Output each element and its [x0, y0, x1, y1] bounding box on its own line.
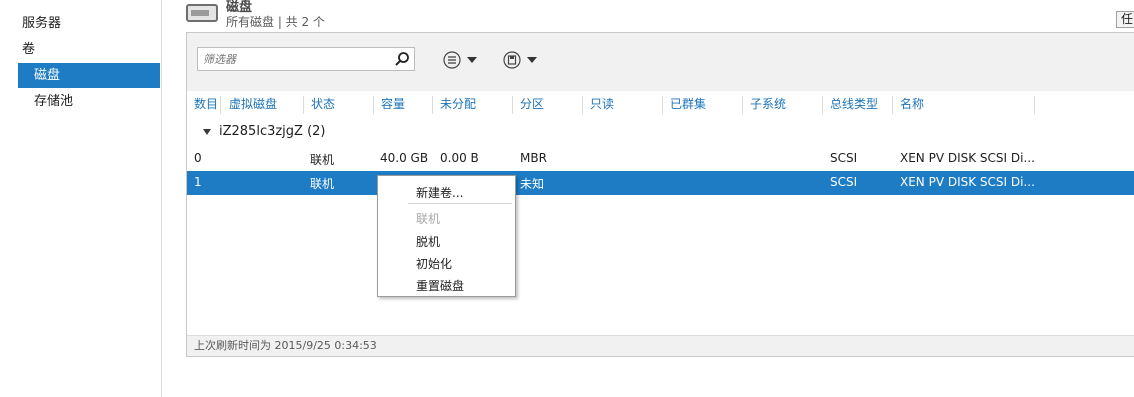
- save-query-button[interactable]: [503, 50, 537, 70]
- table-row[interactable]: 1 联机 未知 SCSI XEN PV DISK SCSI Di...: [187, 171, 1134, 195]
- collapse-icon[interactable]: [203, 128, 211, 135]
- group-header[interactable]: iZ285lc3zjgZ (2): [203, 124, 326, 139]
- page-subtitle: 所有磁盘 | 共 2 个: [226, 15, 325, 29]
- cell-unallocated: 0.00 B: [440, 151, 479, 165]
- column-header-number[interactable]: 数目: [187, 96, 221, 114]
- cell-status: 联机: [310, 153, 335, 167]
- column-header-read-only[interactable]: 只读: [583, 96, 663, 114]
- cell-bus-type: SCSI: [830, 151, 858, 165]
- tasks-button[interactable]: 任: [1116, 11, 1134, 28]
- column-header-unallocated[interactable]: 未分配: [433, 96, 513, 114]
- cell-number: 1: [194, 175, 202, 189]
- column-header-name[interactable]: 名称: [893, 96, 1035, 114]
- nav-item-disks[interactable]: 磁盘: [18, 63, 160, 88]
- left-navigation: 服务器 卷 磁盘 存储池: [0, 0, 162, 397]
- cell-number: 0: [194, 151, 202, 165]
- context-menu: 新建卷... 联机 脱机 初始化 重置磁盘: [377, 175, 516, 297]
- filter-input[interactable]: [198, 48, 388, 70]
- menu-item-online: 联机: [416, 212, 441, 226]
- disks-panel: 数目 虚拟磁盘 状态 容量 未分配 分区 只读 已群集 子系统 总线类型 名称 …: [186, 32, 1134, 357]
- column-header-clustered[interactable]: 已群集: [663, 96, 743, 114]
- status-bar: 上次刷新时间为 2015/9/25 0:34:53: [187, 335, 1134, 356]
- cell-capacity: 40.0 GB: [380, 151, 429, 165]
- cell-bus-type: SCSI: [830, 175, 858, 189]
- column-header-bus-type[interactable]: 总线类型: [823, 96, 893, 114]
- filter-box[interactable]: [197, 47, 415, 71]
- toolbar: [187, 33, 1134, 91]
- column-header-capacity[interactable]: 容量: [374, 96, 433, 114]
- cell-name: XEN PV DISK SCSI Di...: [900, 151, 1035, 165]
- nav-item-servers[interactable]: 服务器: [18, 11, 160, 36]
- menu-item-initialize[interactable]: 初始化: [416, 255, 452, 272]
- group-label: iZ285lc3zjgZ (2): [219, 124, 326, 139]
- save-icon: [503, 51, 521, 69]
- view-options-button[interactable]: [443, 50, 477, 70]
- chevron-down-icon: [527, 57, 537, 63]
- menu-item-offline[interactable]: 脱机: [416, 233, 440, 250]
- disk-icon: [186, 4, 218, 22]
- column-header-status[interactable]: 状态: [304, 96, 374, 114]
- cell-partition: 未知: [520, 177, 545, 191]
- column-header-virtual-disk[interactable]: 虚拟磁盘: [222, 96, 304, 114]
- chevron-down-icon: [467, 57, 477, 63]
- cell-name: XEN PV DISK SCSI Di...: [900, 175, 1035, 189]
- column-header-subsystem[interactable]: 子系统: [743, 96, 823, 114]
- cell-status: 联机: [310, 177, 335, 191]
- column-header-partition[interactable]: 分区: [513, 96, 583, 114]
- list-view-icon: [443, 51, 461, 69]
- table-row[interactable]: 0 联机 40.0 GB 0.00 B MBR SCSI XEN PV DISK…: [187, 147, 1134, 171]
- cell-partition: MBR: [520, 151, 547, 165]
- menu-separator: [408, 203, 512, 204]
- search-icon[interactable]: [394, 51, 410, 67]
- nav-item-storage-pools[interactable]: 存储池: [18, 89, 160, 114]
- menu-item-new-volume[interactable]: 新建卷...: [416, 184, 463, 201]
- menu-item-reset-disk[interactable]: 重置磁盘: [416, 277, 464, 294]
- nav-item-volumes[interactable]: 卷: [18, 37, 160, 62]
